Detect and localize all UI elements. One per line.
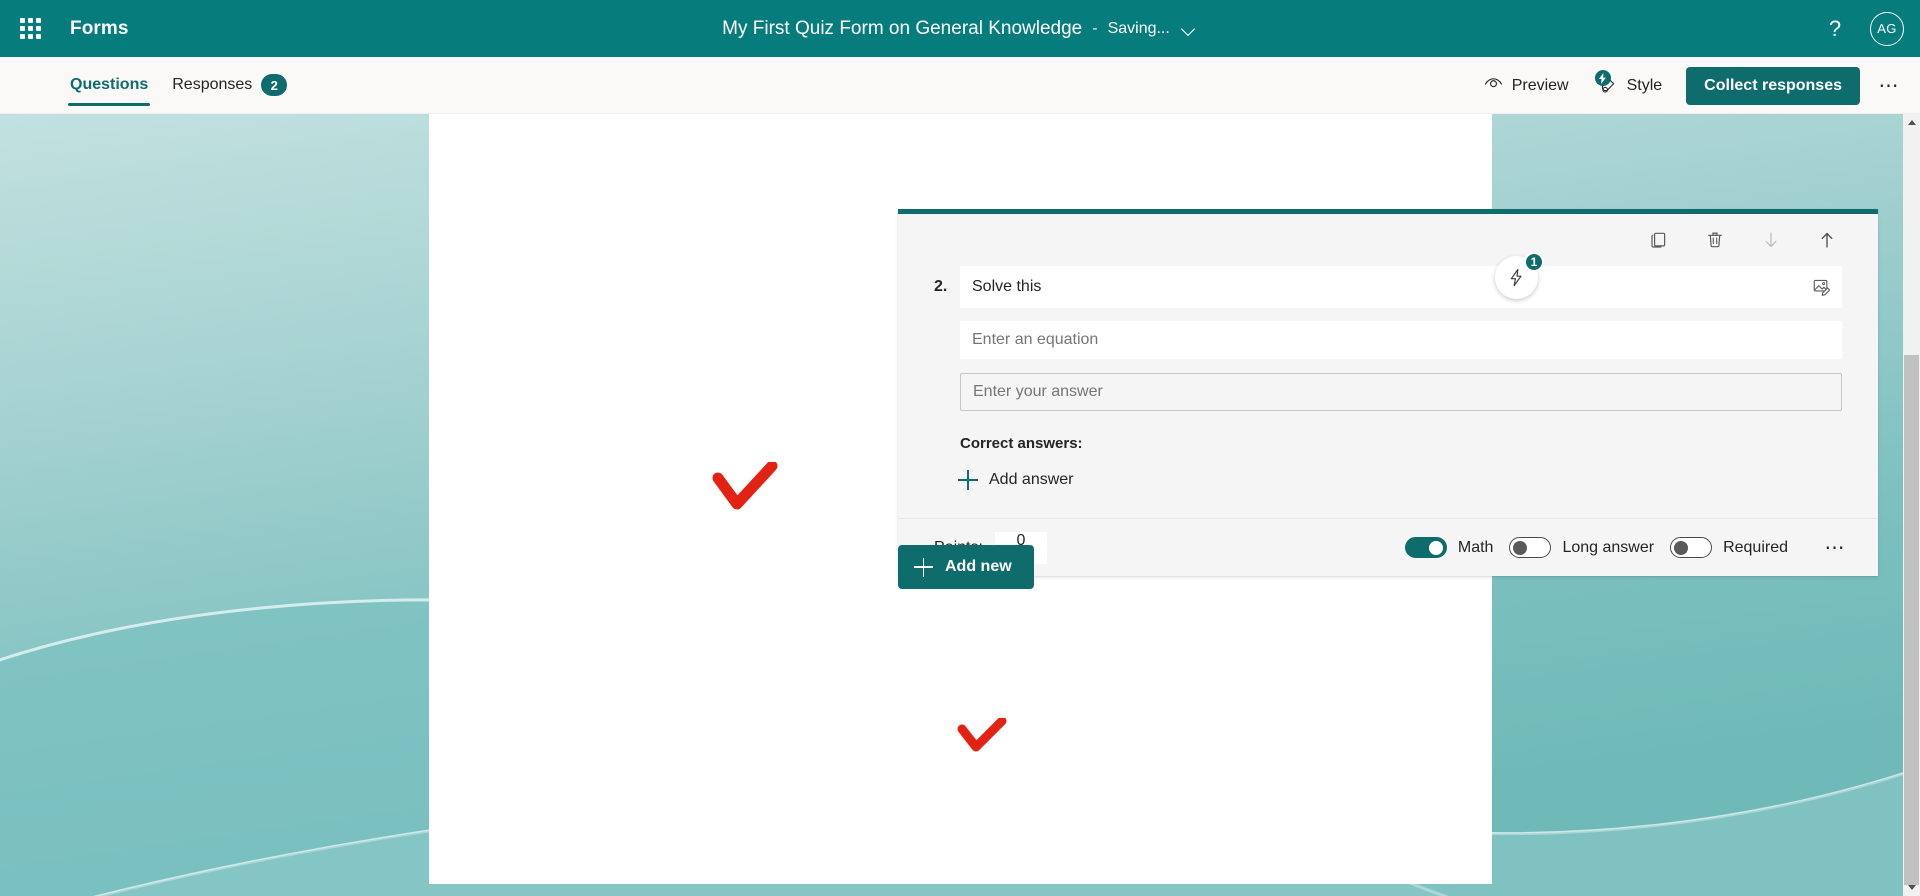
required-toggle[interactable]	[1670, 537, 1713, 558]
math-toggle-group: Math	[1404, 537, 1494, 558]
tab-responses-label: Responses	[172, 76, 253, 93]
add-new-label: Add new	[945, 558, 1012, 575]
add-answer-label: Add answer	[989, 471, 1074, 488]
vertical-scrollbar[interactable]	[1903, 114, 1920, 896]
question-settings: Math Long answer Required ⋯	[1404, 531, 1852, 565]
ideas-button[interactable]: 1	[1495, 252, 1544, 299]
form-title[interactable]: My First Quiz Form on General Knowledge	[722, 18, 1082, 40]
ideas-badge: 1	[1524, 252, 1544, 272]
eye-icon	[1484, 74, 1503, 98]
answer-preview-input[interactable]: Enter your answer	[960, 373, 1842, 411]
command-bar-actions: Preview Style Collect responses ⋯	[1472, 57, 1908, 114]
scrollbar-thumb[interactable]	[1904, 355, 1919, 885]
plus-icon	[914, 557, 933, 577]
app-name[interactable]: Forms	[70, 18, 129, 40]
title-separator: -	[1092, 19, 1098, 37]
scroll-down-arrow-icon[interactable]	[1903, 879, 1920, 896]
tab-list: Questions Responses 2	[60, 57, 297, 114]
long-answer-toggle-group: Long answer	[1509, 537, 1654, 558]
waffle-grid	[19, 18, 41, 39]
long-answer-toggle-label: Long answer	[1562, 538, 1655, 556]
lightning-bolt-icon	[1510, 268, 1522, 287]
form-canvas: 2. Solve this Enter an equation Enter yo…	[0, 114, 1920, 896]
add-new-button[interactable]: Add new	[898, 545, 1034, 589]
save-status: Saving...	[1107, 19, 1170, 37]
insert-image-icon[interactable]	[1800, 266, 1842, 308]
avatar[interactable]: AG	[1870, 11, 1904, 46]
tab-responses[interactable]: Responses 2	[162, 57, 297, 114]
scroll-up-arrow-icon[interactable]	[1903, 114, 1920, 131]
plus-icon	[958, 470, 978, 490]
header-right-actions: ? AG	[1818, 0, 1904, 57]
top-header-bar: Forms My First Quiz Form on General Know…	[0, 0, 1920, 57]
help-icon[interactable]: ?	[1818, 12, 1852, 46]
question-more-options-icon[interactable]: ⋯	[1818, 531, 1852, 565]
correct-answers-label: Correct answers:	[960, 435, 1083, 452]
delete-question-icon[interactable]	[1700, 225, 1730, 255]
question-title-row: 2. Solve this	[934, 266, 1842, 308]
sparkle-icon	[1594, 70, 1611, 86]
form-title-area: My First Quiz Form on General Knowledge …	[0, 18, 1920, 40]
paint-brush-icon	[1594, 70, 1618, 96]
math-toggle[interactable]	[1404, 537, 1447, 558]
long-answer-toggle[interactable]	[1509, 537, 1552, 558]
add-answer-button[interactable]: Add answer	[958, 464, 1074, 496]
question-title-input[interactable]: Solve this	[960, 266, 1800, 308]
question-card-toolbar	[898, 214, 1878, 266]
math-toggle-label: Math	[1457, 538, 1494, 556]
required-toggle-group: Required	[1670, 537, 1788, 558]
required-toggle-label: Required	[1723, 538, 1788, 556]
form-sheet: 2. Solve this Enter an equation Enter yo…	[429, 114, 1878, 884]
style-button[interactable]: Style	[1585, 67, 1675, 105]
tab-questions-label: Questions	[70, 76, 149, 93]
preview-label: Preview	[1511, 76, 1569, 94]
question-number: 2.	[934, 278, 948, 295]
question-card: 2. Solve this Enter an equation Enter yo…	[898, 209, 1878, 576]
copy-question-icon[interactable]	[1644, 225, 1674, 255]
move-down-icon	[1756, 225, 1786, 255]
chevron-down-icon[interactable]	[1180, 20, 1198, 38]
collect-responses-button[interactable]: Collect responses	[1686, 66, 1860, 105]
preview-button[interactable]: Preview	[1472, 67, 1581, 105]
app-launcher-icon[interactable]	[6, 0, 54, 57]
tab-questions[interactable]: Questions	[60, 57, 158, 114]
equation-input[interactable]: Enter an equation	[960, 321, 1842, 359]
move-up-icon[interactable]	[1812, 225, 1842, 255]
command-bar: Questions Responses 2 Preview Style Coll…	[0, 57, 1920, 114]
question-card-footer: Points: 0 Math Long answer Required	[898, 518, 1878, 576]
style-label: Style	[1626, 76, 1663, 94]
command-bar-more-icon[interactable]: ⋯	[1870, 67, 1908, 105]
responses-count-badge: 2	[261, 74, 288, 96]
